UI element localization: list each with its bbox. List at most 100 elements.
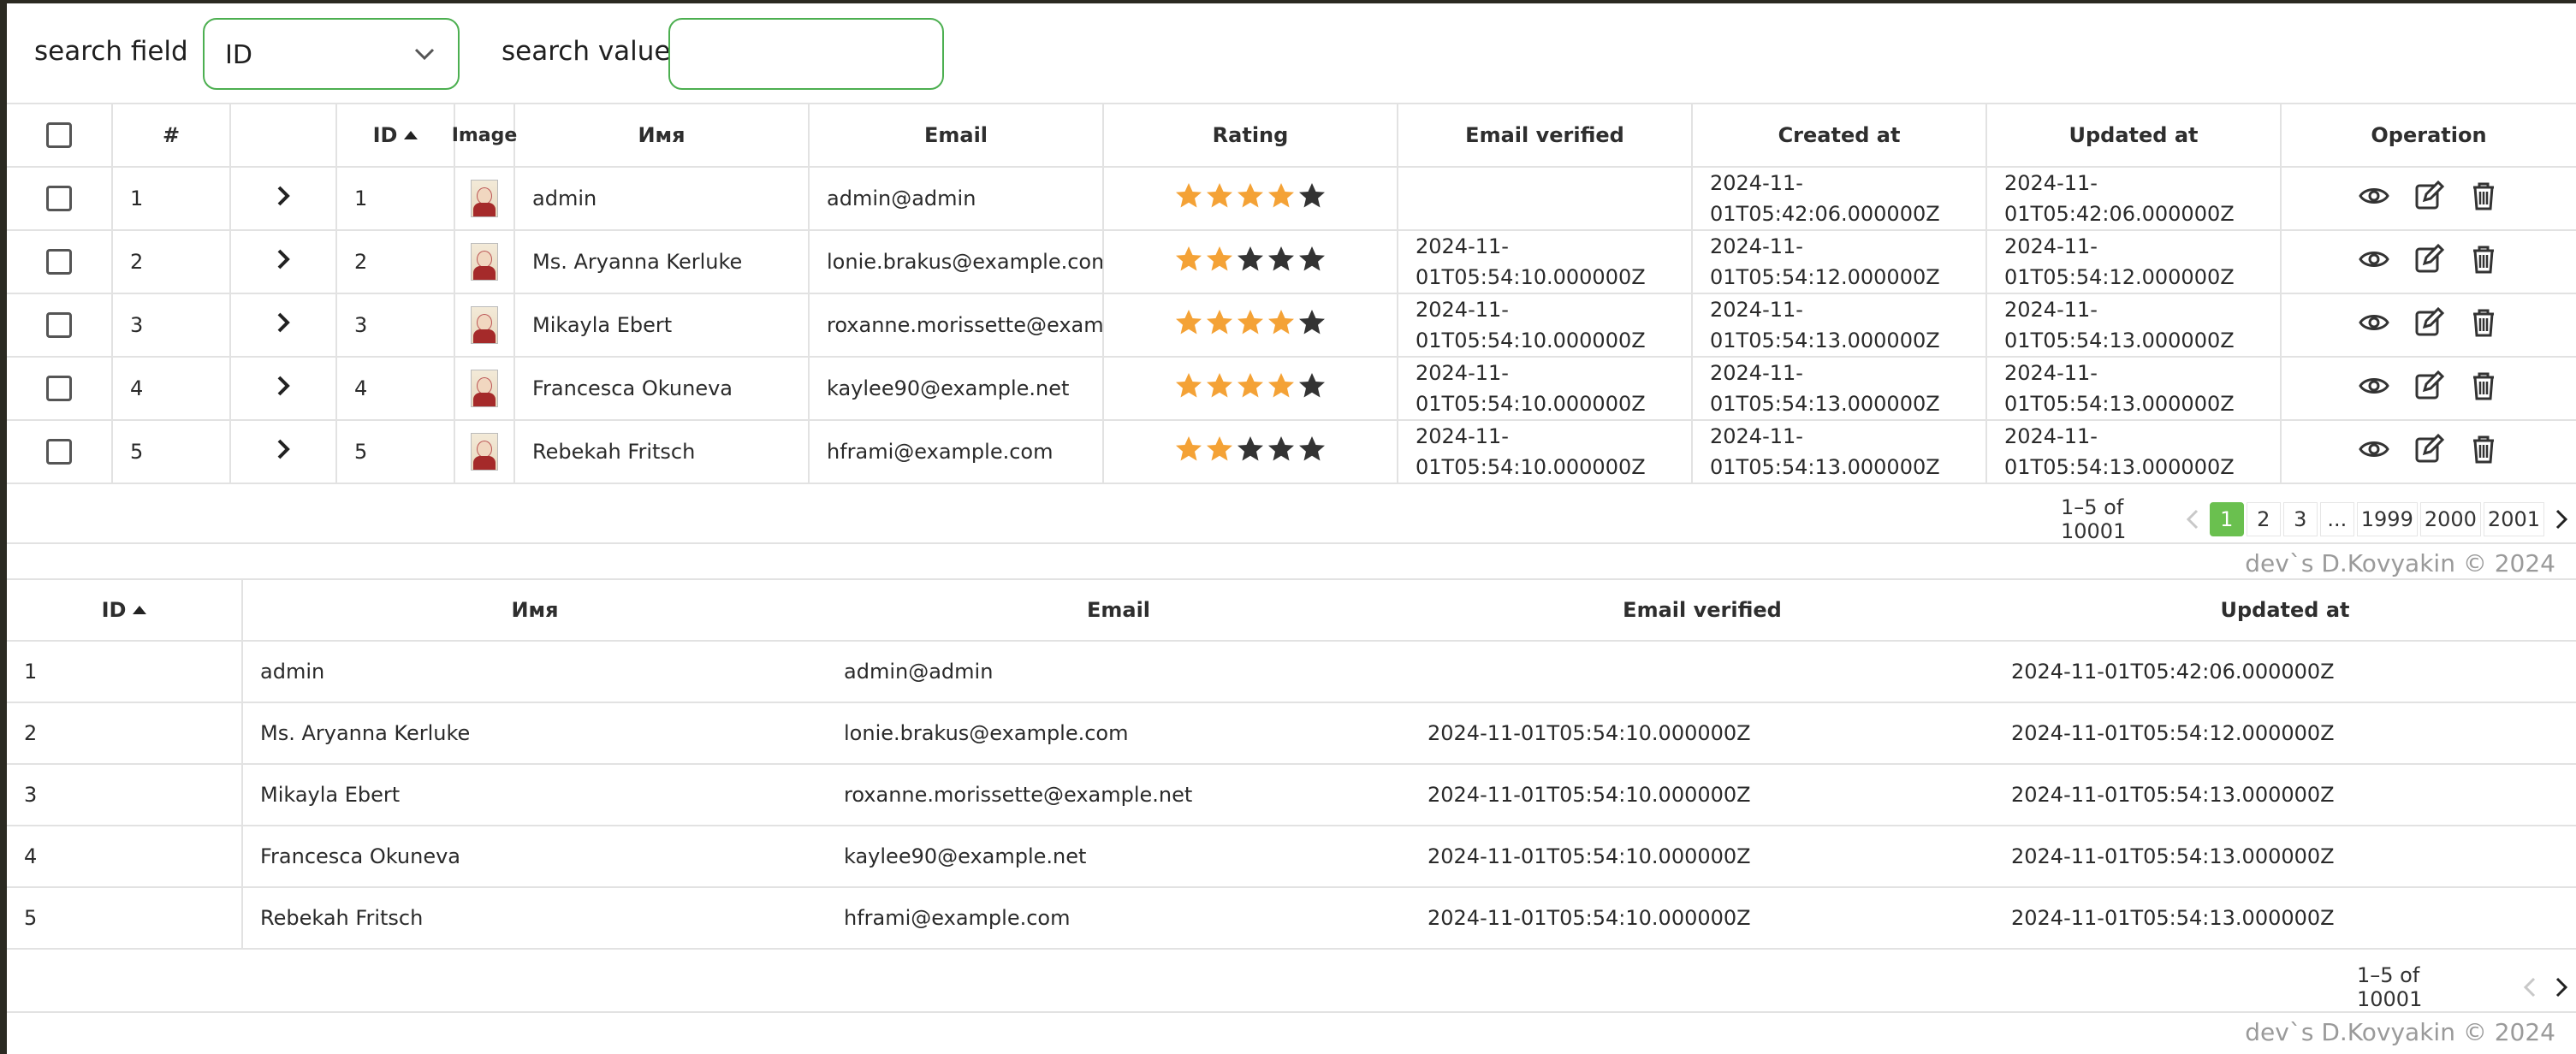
star-empty-icon[interactable]: [1236, 245, 1265, 279]
row-checkbox[interactable]: [46, 439, 72, 465]
row-expand-cell[interactable]: [231, 168, 337, 229]
chevron-right-icon[interactable]: [276, 184, 291, 213]
search-field-select[interactable]: ID: [203, 18, 460, 90]
row-checkbox[interactable]: [46, 312, 72, 338]
col-header-created-at[interactable]: Created at: [1693, 104, 1987, 166]
next-page-button[interactable]: [2547, 970, 2576, 1004]
avatar-face: [477, 187, 492, 204]
star-filled-icon[interactable]: [1205, 371, 1234, 406]
chevron-left-icon: [2523, 977, 2536, 998]
star-empty-icon[interactable]: [1267, 435, 1296, 469]
delete-button[interactable]: [2467, 243, 2500, 281]
prev-page-button[interactable]: [2515, 970, 2544, 1004]
star-rating[interactable]: [1174, 435, 1327, 469]
edit-button[interactable]: [2413, 243, 2445, 281]
row-email-verified: [1410, 642, 1994, 702]
delete-button[interactable]: [2467, 180, 2500, 217]
col-header-email[interactable]: Email: [810, 104, 1104, 166]
star-empty-icon[interactable]: [1297, 181, 1327, 216]
view-button[interactable]: [2358, 433, 2390, 471]
delete-button[interactable]: [2467, 370, 2500, 407]
star-filled-icon[interactable]: [1267, 371, 1296, 406]
star-filled-icon[interactable]: [1267, 308, 1296, 342]
col-header-image[interactable]: Image: [452, 104, 517, 166]
avatar[interactable]: [471, 370, 498, 407]
page-button[interactable]: 1999: [2356, 502, 2418, 536]
col-header-name[interactable]: Имя: [515, 104, 810, 166]
row-expand-cell[interactable]: [231, 231, 337, 293]
page-button[interactable]: 2000: [2419, 502, 2481, 536]
chevron-right-icon[interactable]: [276, 247, 291, 276]
star-filled-icon[interactable]: [1174, 245, 1203, 279]
select-all-checkbox[interactable]: [46, 122, 72, 148]
g2-col-header-id[interactable]: ID: [7, 580, 243, 640]
prev-page-button[interactable]: [2178, 502, 2207, 536]
view-button[interactable]: [2358, 180, 2390, 217]
avatar-face: [477, 314, 492, 331]
delete-button[interactable]: [2467, 306, 2500, 344]
row-checkbox[interactable]: [46, 186, 72, 211]
col-header-updated-at[interactable]: Updated at: [1987, 104, 2282, 166]
star-filled-icon[interactable]: [1205, 245, 1234, 279]
row-checkbox[interactable]: [46, 249, 72, 275]
edit-button[interactable]: [2413, 180, 2445, 217]
col-header-num[interactable]: #: [113, 104, 231, 166]
star-empty-icon[interactable]: [1297, 371, 1327, 406]
edit-button[interactable]: [2413, 370, 2445, 407]
row-email: admin@admin: [844, 660, 994, 684]
star-filled-icon[interactable]: [1174, 181, 1203, 216]
search-value-input[interactable]: [668, 18, 944, 90]
star-filled-icon[interactable]: [1174, 371, 1203, 406]
page-button[interactable]: 1: [2209, 502, 2244, 536]
avatar[interactable]: [471, 433, 498, 471]
edit-button[interactable]: [2413, 433, 2445, 471]
g2-col-header-email-verified[interactable]: Email verified: [1410, 580, 1994, 640]
chevron-right-icon[interactable]: [276, 374, 291, 403]
star-empty-icon[interactable]: [1297, 435, 1327, 469]
next-page-button[interactable]: [2547, 502, 2576, 536]
row-checkbox[interactable]: [46, 376, 72, 401]
g2-col-header-updated-at[interactable]: Updated at: [1994, 580, 2576, 640]
row-expand-cell[interactable]: [231, 358, 337, 419]
star-filled-icon[interactable]: [1205, 181, 1234, 216]
avatar[interactable]: [471, 243, 498, 281]
star-rating[interactable]: [1174, 245, 1327, 279]
chevron-right-icon[interactable]: [276, 311, 291, 340]
row-rating: [1104, 358, 1398, 419]
star-rating[interactable]: [1174, 181, 1327, 216]
star-filled-icon[interactable]: [1205, 308, 1234, 342]
row-expand-cell[interactable]: [231, 294, 337, 356]
edit-icon: [2415, 433, 2445, 463]
chevron-right-icon[interactable]: [276, 437, 291, 466]
star-filled-icon[interactable]: [1236, 308, 1265, 342]
star-filled-icon[interactable]: [1236, 371, 1265, 406]
col-header-id[interactable]: ID: [337, 104, 455, 166]
star-empty-icon[interactable]: [1267, 245, 1296, 279]
delete-button[interactable]: [2467, 433, 2500, 471]
star-empty-icon[interactable]: [1297, 308, 1327, 342]
page-buttons: 1 2 3... 1999 2000 2001: [2207, 502, 2544, 536]
star-empty-icon[interactable]: [1297, 245, 1327, 279]
g2-col-header-email[interactable]: Email: [827, 580, 1410, 640]
star-filled-icon[interactable]: [1205, 435, 1234, 469]
col-header-email-verified[interactable]: Email verified: [1398, 104, 1693, 166]
star-empty-icon[interactable]: [1236, 435, 1265, 469]
avatar[interactable]: [471, 180, 498, 217]
star-filled-icon[interactable]: [1236, 181, 1265, 216]
star-filled-icon[interactable]: [1174, 308, 1203, 342]
page-button[interactable]: 3: [2282, 502, 2318, 536]
star-filled-icon[interactable]: [1267, 181, 1296, 216]
view-button[interactable]: [2358, 370, 2390, 407]
star-filled-icon[interactable]: [1174, 435, 1203, 469]
star-rating[interactable]: [1174, 308, 1327, 342]
star-rating[interactable]: [1174, 371, 1327, 406]
page-button[interactable]: 2: [2246, 502, 2281, 536]
edit-button[interactable]: [2413, 306, 2445, 344]
page-button[interactable]: 2001: [2483, 502, 2544, 536]
g2-col-header-name[interactable]: Имя: [243, 580, 827, 640]
avatar[interactable]: [471, 306, 498, 344]
view-button[interactable]: [2358, 306, 2390, 344]
col-header-rating[interactable]: Rating: [1104, 104, 1398, 166]
row-expand-cell[interactable]: [231, 421, 337, 483]
view-button[interactable]: [2358, 243, 2390, 281]
